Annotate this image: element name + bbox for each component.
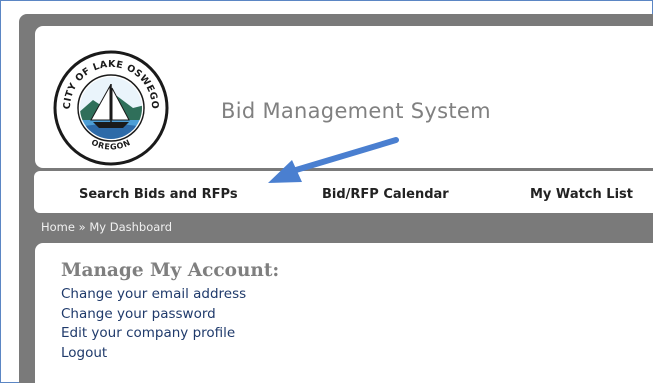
page-background: CITY OF LAKE OSWEGO OREGON Bid Managemen… [19,14,653,383]
change-password-link[interactable]: Change your password [61,305,246,325]
manage-account-heading: Manage My Account: [61,260,280,281]
main-nav: Search Bids and RFPs Bid/RFP Calendar My… [34,171,653,213]
account-links-list: Change your email address Change your pa… [61,285,246,363]
site-title: Bid Management System [221,99,491,123]
nav-item-search-bids[interactable]: Search Bids and RFPs [79,187,238,202]
nav-item-watch-list[interactable]: My Watch List [530,187,633,202]
change-email-link[interactable]: Change your email address [61,285,246,305]
breadcrumb-home-link[interactable]: Home [41,220,75,234]
breadcrumb-current: My Dashboard [89,220,173,234]
nav-item-bid-calendar[interactable]: Bid/RFP Calendar [322,187,449,202]
dashboard-content: Manage My Account: Change your email add… [35,243,653,383]
breadcrumb-separator: » [78,220,86,234]
city-of-lake-oswego-seal-icon[interactable]: CITY OF LAKE OSWEGO OREGON [53,50,169,166]
site-header: CITY OF LAKE OSWEGO OREGON Bid Managemen… [35,26,653,168]
breadcrumb: Home » My Dashboard [41,220,172,234]
logout-link[interactable]: Logout [61,344,246,364]
edit-company-profile-link[interactable]: Edit your company profile [61,324,246,344]
